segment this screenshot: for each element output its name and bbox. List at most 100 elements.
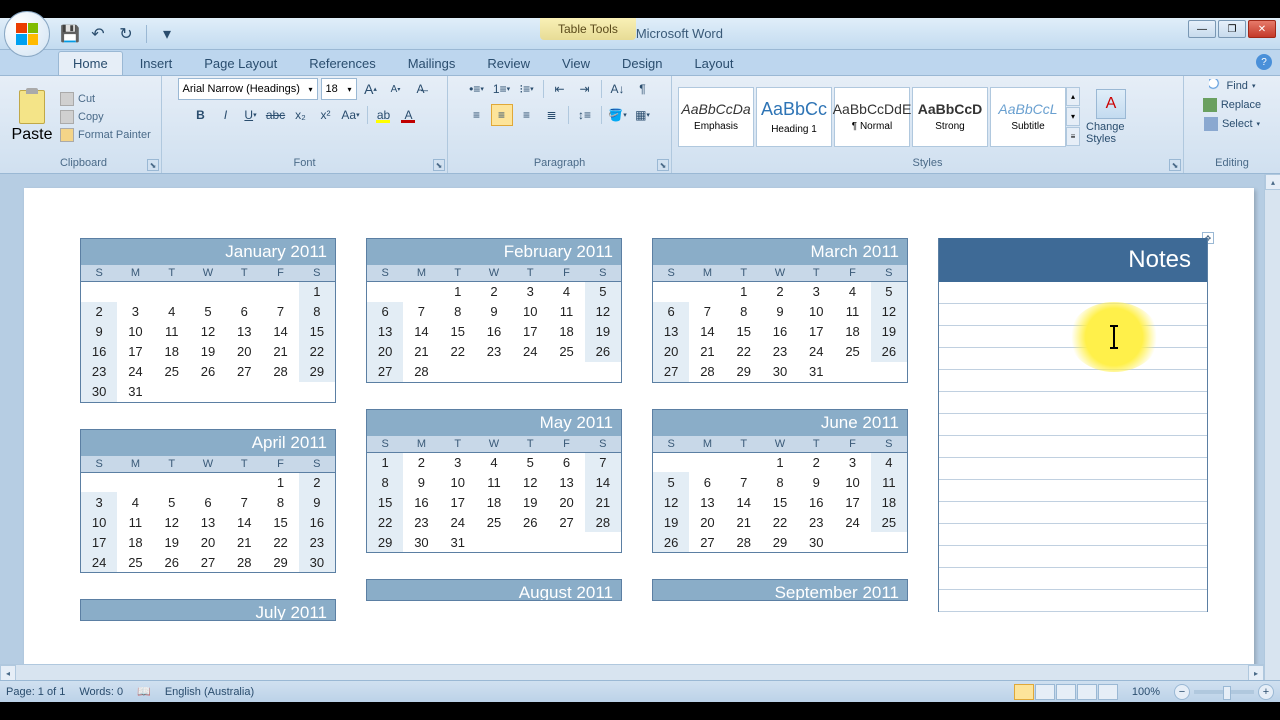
line-spacing-icon[interactable]: ↕≡ — [574, 104, 596, 126]
table-tools-tab[interactable]: Table Tools — [540, 18, 636, 40]
undo-icon[interactable]: ↶ — [90, 26, 106, 42]
tab-page-layout[interactable]: Page Layout — [189, 51, 292, 75]
ribbon-tabs: HomeInsertPage LayoutReferencesMailingsR… — [0, 50, 1280, 76]
ribbon: Paste Cut Copy Format Painter Clipboard … — [0, 76, 1280, 174]
shrink-font-icon[interactable]: A▾ — [385, 78, 407, 100]
format-painter-button[interactable]: Format Painter — [56, 127, 155, 143]
close-button[interactable]: ✕ — [1248, 20, 1276, 38]
scroll-right-icon[interactable]: ▸ — [1248, 665, 1264, 680]
font-size-select[interactable]: 18▾ — [321, 78, 357, 100]
grow-font-icon[interactable]: A▴ — [360, 78, 382, 100]
scroll-up-icon[interactable]: ▴ — [1265, 174, 1280, 190]
borders-icon[interactable]: ▦▾ — [632, 104, 654, 126]
style-heading-1[interactable]: AaBbCcHeading 1 — [756, 87, 832, 147]
indent-decrease-icon[interactable]: ⇤ — [549, 78, 571, 100]
tab-references[interactable]: References — [294, 51, 390, 75]
indent-increase-icon[interactable]: ⇥ — [574, 78, 596, 100]
page: January 2011SMTWTFS123456789101112131415… — [24, 188, 1254, 668]
replace-button[interactable]: Replace — [1199, 97, 1265, 113]
italic-icon[interactable]: I — [215, 104, 237, 126]
styles-dialog-icon[interactable]: ⬊ — [1169, 159, 1181, 171]
zoom-level[interactable]: 100% — [1132, 686, 1160, 698]
style-subtitle[interactable]: AaBbCcLSubtitle — [990, 87, 1066, 147]
tab-view[interactable]: View — [547, 51, 605, 75]
tab-insert[interactable]: Insert — [125, 51, 188, 75]
text-cursor-icon — [1113, 325, 1115, 349]
page-status[interactable]: Page: 1 of 1 — [6, 686, 65, 698]
font-name-select[interactable]: Arial Narrow (Headings)▾ — [178, 78, 318, 100]
paste-button[interactable]: Paste — [12, 90, 52, 144]
change-styles-button[interactable]: A Change Styles — [1086, 89, 1136, 145]
clipboard-dialog-icon[interactable]: ⬊ — [147, 159, 159, 171]
multilevel-icon[interactable]: ⁝≡▾ — [516, 78, 538, 100]
justify-icon[interactable]: ≣ — [541, 104, 563, 126]
month-june-2011: June 2011SMTWTFS123456789101112131415161… — [652, 409, 908, 554]
tab-design[interactable]: Design — [607, 51, 677, 75]
align-center-icon[interactable]: ≡ — [491, 104, 513, 126]
document-area[interactable]: January 2011SMTWTFS123456789101112131415… — [0, 174, 1280, 680]
zoom-slider[interactable] — [1194, 690, 1254, 694]
tab-layout[interactable]: Layout — [679, 51, 748, 75]
month-april-2011: April 2011SMTWTFS12345678910111213141516… — [80, 429, 336, 574]
language-status[interactable]: English (Australia) — [165, 686, 254, 698]
show-marks-icon[interactable]: ¶ — [632, 78, 654, 100]
tab-review[interactable]: Review — [472, 51, 545, 75]
tab-home[interactable]: Home — [58, 51, 123, 75]
change-case-icon[interactable]: Aa▾ — [340, 104, 362, 126]
month-march-2011: March 2011SMTWTFS12345678910111213141516… — [652, 238, 908, 383]
minimize-button[interactable]: — — [1188, 20, 1216, 38]
help-icon[interactable]: ? — [1256, 54, 1272, 70]
vertical-scrollbar[interactable]: ▴ — [1264, 174, 1280, 680]
notes-title: Notes — [939, 238, 1207, 282]
underline-icon[interactable]: U▾ — [240, 104, 262, 126]
clear-format-icon[interactable]: A̶ — [410, 78, 432, 100]
web-layout-icon[interactable] — [1056, 684, 1076, 700]
draft-icon[interactable] — [1098, 684, 1118, 700]
style-up-icon[interactable]: ▴ — [1066, 87, 1080, 106]
style---normal[interactable]: AaBbCcDdE¶ Normal — [834, 87, 910, 147]
font-color-icon[interactable]: A — [398, 104, 420, 126]
strike-icon[interactable]: abc — [265, 104, 287, 126]
redo-icon[interactable]: ↻ — [118, 26, 134, 42]
superscript-icon[interactable]: x² — [315, 104, 337, 126]
style-more-icon[interactable]: ≡ — [1066, 127, 1080, 146]
shading-icon[interactable]: 🪣▾ — [607, 104, 629, 126]
full-reading-icon[interactable] — [1035, 684, 1055, 700]
clipboard-label: Clipboard — [12, 155, 155, 171]
paragraph-label: Paragraph — [454, 155, 665, 171]
bold-icon[interactable]: B — [190, 104, 212, 126]
zoom-out-icon[interactable]: − — [1174, 684, 1190, 700]
highlight-color-icon[interactable]: ab — [373, 104, 395, 126]
spell-check-icon[interactable]: 📖 — [137, 685, 151, 698]
font-dialog-icon[interactable]: ⬊ — [433, 159, 445, 171]
month-september-2011: September 2011 — [652, 579, 908, 601]
horizontal-scrollbar[interactable]: ◂ ▸ — [0, 664, 1264, 680]
find-button[interactable]: Find▾ — [1205, 78, 1260, 94]
style-down-icon[interactable]: ▾ — [1066, 107, 1080, 126]
cut-button[interactable]: Cut — [56, 91, 155, 107]
style-strong[interactable]: AaBbCcDStrong — [912, 87, 988, 147]
copy-button[interactable]: Copy — [56, 109, 155, 125]
notes-panel: Notes — [938, 238, 1208, 612]
tab-mailings[interactable]: Mailings — [393, 51, 471, 75]
align-right-icon[interactable]: ≡ — [516, 104, 538, 126]
qat-dropdown-icon[interactable]: ▾ — [159, 26, 175, 42]
scroll-left-icon[interactable]: ◂ — [0, 665, 16, 680]
style-emphasis[interactable]: AaBbCcDaEmphasis — [678, 87, 754, 147]
numbering-icon[interactable]: 1≡▾ — [491, 78, 513, 100]
office-button[interactable] — [4, 11, 50, 57]
select-button[interactable]: Select▾ — [1200, 116, 1264, 132]
print-layout-icon[interactable] — [1014, 684, 1034, 700]
paragraph-dialog-icon[interactable]: ⬊ — [657, 159, 669, 171]
subscript-icon[interactable]: x₂ — [290, 104, 312, 126]
app-title: Microsoft Word — [636, 26, 723, 41]
align-left-icon[interactable]: ≡ — [466, 104, 488, 126]
outline-icon[interactable] — [1077, 684, 1097, 700]
zoom-in-icon[interactable]: + — [1258, 684, 1274, 700]
bullets-icon[interactable]: •≡▾ — [466, 78, 488, 100]
save-icon[interactable]: 💾 — [62, 26, 78, 42]
maximize-button[interactable]: ❐ — [1218, 20, 1246, 38]
statusbar: Page: 1 of 1 Words: 0 📖 English (Austral… — [0, 680, 1280, 702]
word-count[interactable]: Words: 0 — [79, 686, 123, 698]
sort-icon[interactable]: A↓ — [607, 78, 629, 100]
